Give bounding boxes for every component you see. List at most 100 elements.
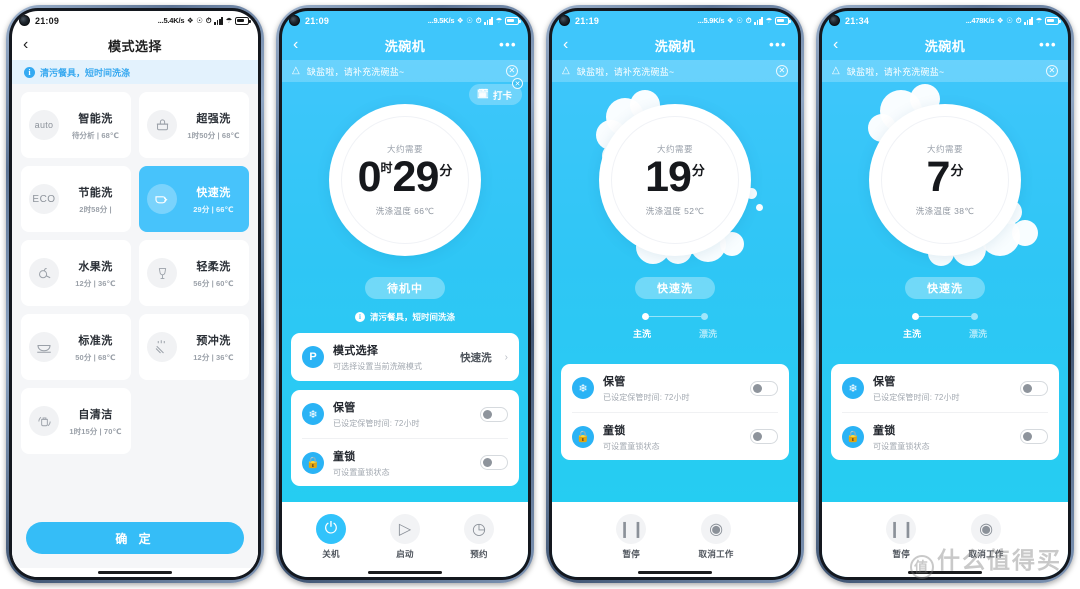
row-child-lock[interactable]: 🔒 童锁 可设置童锁状态 (302, 438, 508, 486)
mode-card-3[interactable]: 快速洗 29分 | 66℃ (139, 166, 249, 232)
mode-card-8[interactable]: 自清洁 1时15分 | 70℃ (21, 388, 131, 454)
storage-toggle[interactable] (1020, 380, 1048, 396)
power-off-button[interactable]: ⏻ 关机 (316, 514, 346, 560)
step-dot-inactive (971, 313, 978, 320)
more-options-button[interactable]: ••• (769, 38, 787, 51)
start-button[interactable]: ▷ 启动 (390, 514, 420, 560)
mute-icon: ☉ (196, 15, 204, 25)
machine-body: △ 缺盐啦，请补充洗碗盐~ ✕ (822, 60, 1068, 502)
app-bar: ‹ 洗碗机 ••• (552, 30, 798, 60)
pause-icon: ❙❙ (616, 514, 647, 544)
button-label: 启动 (396, 549, 414, 559)
steps-labels: 主洗 漂洗 (879, 327, 1011, 340)
step-dot-inactive (701, 313, 708, 320)
row-mode-select[interactable]: P 模式选择 可选择设置当前洗碗模式 快速洗 › (302, 333, 508, 381)
button-label: 取消工作 (968, 549, 1004, 559)
glass-icon (147, 258, 177, 288)
network-speed-label: ...478K/s (965, 16, 995, 25)
cancel-work-button[interactable]: ◉ 取消工作 (699, 514, 734, 560)
warning-triangle-icon: △ (292, 65, 300, 76)
progress-steps: 主洗 漂洗 (822, 313, 1068, 340)
more-options-button[interactable]: ••• (1039, 38, 1057, 51)
app-bar: ‹ 洗碗机 ••• (282, 30, 528, 60)
signal-icon (214, 16, 224, 25)
row-subtitle: 已设定保管时间: 72小时 (333, 419, 420, 428)
step-label-main-wash: 主洗 (632, 329, 651, 339)
step-label-rinse: 漂洗 (698, 329, 717, 339)
camera-punch-hole-icon (829, 15, 840, 26)
row-title: 保管 (603, 376, 626, 388)
close-icon[interactable]: ✕ (1046, 65, 1058, 77)
dial-temperature: 洗涤温度 52℃ (645, 205, 705, 216)
battery-icon (1045, 16, 1061, 25)
row-subtitle: 可设置童锁状态 (603, 441, 660, 451)
row-child-lock[interactable]: 🔒 童锁 可设置童锁状态 (842, 412, 1048, 460)
home-indicator (282, 568, 528, 577)
row-text: 保管 已设定保管时间: 72小时 (873, 373, 1011, 403)
row-child-lock[interactable]: 🔒 童锁 可设置童锁状态 (572, 412, 778, 460)
mode-card-1[interactable]: 超强洗 1时50分 | 68℃ (139, 92, 249, 158)
camera-punch-hole-icon (19, 15, 30, 26)
mode-card: P 模式选择 可选择设置当前洗碗模式 快速洗 › (291, 333, 519, 381)
row-title: 童锁 (603, 424, 626, 437)
schedule-button[interactable]: ◷ 预约 (464, 514, 494, 560)
button-label: 取消工作 (698, 549, 734, 559)
status-icons: ...5.4K/s ❖ ☉ ⏱ ☂ (158, 15, 251, 25)
check-in-button[interactable]: 🗓 打卡 ✕ (468, 78, 523, 105)
step-dot-active (642, 313, 649, 320)
step-line (919, 315, 971, 318)
mode-card-4[interactable]: 水果洗 12分 | 36℃ (21, 240, 131, 306)
row-text: 模式选择 可选择设置当前洗碗模式 (333, 342, 451, 372)
storage-toggle[interactable] (480, 406, 508, 422)
status-icons: ...9.5K/s ❖ ☉ ⏱ ☂ (428, 16, 521, 25)
settings-cards: ❄ 保管 已设定保管时间: 72小时 🔒 童锁 可设置童锁状态 (822, 354, 1068, 460)
storage-toggle[interactable] (750, 380, 778, 396)
mode-name: 标准洗 (78, 334, 113, 347)
warning-banner: △ 缺盐啦，请补充洗碗盐~ ✕ (822, 60, 1068, 82)
close-icon[interactable]: ✕ (512, 78, 523, 89)
toggles-card: ❄ 保管 已设定保管时间: 72小时 🔒 童锁 可设置童锁状态 (291, 390, 519, 486)
dial-value: 7 分 (927, 155, 964, 199)
status-bar: 21:09 ...9.5K/s ❖ ☉ ⏱ ☂ (282, 11, 528, 30)
close-icon[interactable]: ✕ (776, 65, 788, 77)
bowl-icon (29, 332, 59, 362)
child-lock-toggle[interactable] (750, 429, 778, 444)
mode-card-5[interactable]: 轻柔洗 56分 | 60℃ (139, 240, 249, 306)
confirm-button[interactable]: 确 定 (26, 522, 244, 554)
mode-card-7[interactable]: 预冲洗 12分 | 36℃ (139, 314, 249, 380)
program-icon: P (302, 346, 324, 368)
home-indicator (552, 568, 798, 577)
phone-3-running: 21:19 ...5.9K/s ❖ ☉ ⏱ ☂ ‹ 洗碗机 ••• △ 缺盐啦，… (540, 0, 810, 589)
mode-text: 轻柔洗 56分 | 60℃ (184, 258, 243, 289)
row-storage[interactable]: ❄ 保管 已设定保管时间: 72小时 (842, 364, 1048, 412)
machine-body: △ 缺盐啦，请补充洗碗盐~ ✕ (552, 60, 798, 502)
close-icon[interactable]: ✕ (506, 65, 518, 77)
mode-card-0[interactable]: auto 智能洗 待分析 | 68℃ (21, 92, 131, 158)
mode-duration: 1时15分 | 70℃ (69, 426, 122, 436)
dial-temperature: 洗涤温度 66℃ (375, 205, 435, 216)
row-title: 童锁 (873, 424, 896, 437)
app-bar: ‹ 模式选择 (12, 30, 258, 60)
row-storage[interactable]: ❄ 保管 已设定保管时间: 72小时 (302, 390, 508, 438)
mode-text: 水果洗 12分 | 36℃ (66, 258, 125, 289)
alarm-icon: ⏱ (1015, 15, 1022, 25)
pause-button[interactable]: ❙❙ 暂停 (886, 514, 917, 560)
pause-button[interactable]: ❙❙ 暂停 (616, 514, 647, 560)
more-options-button[interactable]: ••• (499, 38, 517, 51)
bluetooth-icon: ❖ (996, 15, 1004, 25)
row-subtitle: 可设置童锁状态 (333, 467, 390, 477)
child-lock-toggle[interactable] (480, 455, 508, 470)
mode-grid: auto 智能洗 待分析 | 68℃ 超强洗 1时50分 | 68℃ ECO 节能洗 2时58… (12, 84, 258, 514)
cancel-work-button[interactable]: ◉ 取消工作 (969, 514, 1004, 560)
mode-card-2[interactable]: ECO 节能洗 2时58分 | (21, 166, 131, 232)
mode-card-6[interactable]: 标准洗 50分 | 68℃ (21, 314, 131, 380)
selfclean-icon (29, 406, 59, 436)
row-storage[interactable]: ❄ 保管 已设定保管时间: 72小时 (572, 364, 778, 412)
child-lock-toggle[interactable] (1020, 429, 1048, 444)
mode-duration: 12分 | 36℃ (193, 352, 234, 362)
dial-minutes: 19 (645, 152, 692, 201)
calendar-icon: 🗓 (476, 89, 489, 100)
row-text: 童锁 可设置童锁状态 (333, 448, 471, 478)
mode-select-body: i 清污餐具，短时间洗涤 auto 智能洗 待分析 | 68℃ 超强洗 1时50分 | … (12, 60, 258, 577)
step-label-rinse: 漂洗 (968, 329, 987, 339)
